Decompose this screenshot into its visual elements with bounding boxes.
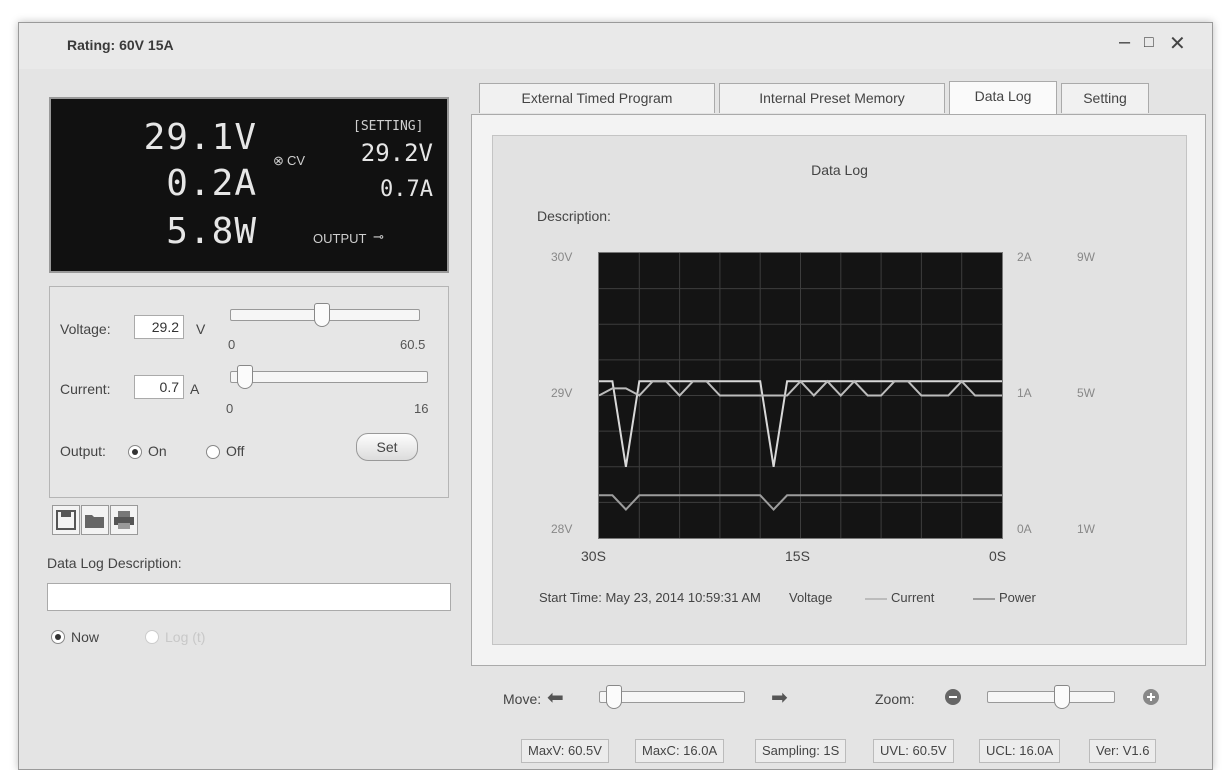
y-right-amp-tick-mid: 1A — [1017, 386, 1032, 400]
plot-area — [598, 252, 1003, 539]
zoom-out-icon[interactable] — [945, 689, 961, 705]
output-switch-icon: ⊸ — [373, 229, 384, 244]
current-label: Current: — [60, 381, 111, 397]
save-icon — [56, 510, 76, 530]
output-off-label: Off — [226, 443, 245, 459]
current-slider[interactable] — [230, 371, 428, 383]
y-right-watt-tick-top: 9W — [1077, 250, 1095, 264]
display-mode: CV — [287, 153, 306, 168]
zoom-in-icon[interactable] — [1143, 689, 1159, 705]
data-log-description-input[interactable] — [47, 583, 451, 611]
log-label: Log (t) — [165, 629, 206, 645]
maximize-icon[interactable]: □ — [1144, 34, 1154, 52]
x-tick-start: 30S — [581, 548, 606, 564]
legend-power-swatch — [973, 598, 995, 600]
y-left-tick-bottom: 28V — [551, 522, 573, 536]
status-maxc: MaxC: 16.0A — [635, 739, 725, 763]
legend-current: Current — [891, 590, 935, 605]
zoom-slider[interactable] — [987, 691, 1115, 703]
data-log-chart: Data Log Description: 30V 29V 28V 2A 1A … — [492, 135, 1187, 645]
tab-data-log[interactable]: Data Log — [949, 81, 1057, 114]
tab-setting[interactable]: Setting — [1061, 83, 1149, 113]
print-button[interactable] — [110, 505, 138, 535]
zoom-slider-thumb[interactable] — [1054, 685, 1071, 709]
display-set-current: 0.7A — [380, 177, 433, 202]
display-voltage: 29.1V — [143, 117, 257, 158]
output-off-radio[interactable] — [206, 445, 220, 459]
now-radio[interactable] — [51, 630, 65, 644]
voltage-slider-thumb[interactable] — [313, 303, 330, 327]
status-ucl: UCL: 16.0A — [979, 739, 1061, 763]
set-button[interactable]: Set — [356, 433, 418, 461]
voltage-min: 0 — [228, 337, 236, 352]
app-window: Rating: 60V 15A – □ ✕ 29.1V 0.2A 5.8W ⊗ … — [18, 22, 1213, 770]
voltage-label: Voltage: — [60, 321, 111, 337]
move-left-arrow-icon[interactable]: ⬅ — [547, 685, 564, 710]
output-on-label: On — [148, 443, 167, 459]
y-left-tick-mid: 29V — [551, 386, 573, 400]
display-set-voltage: 29.2V — [360, 139, 433, 167]
open-button[interactable] — [81, 505, 109, 535]
tab-internal-preset-memory[interactable]: Internal Preset Memory — [719, 83, 945, 113]
voltage-input[interactable]: 29.2 — [134, 315, 184, 339]
x-tick-end: 0S — [989, 548, 1007, 564]
x-tick-mid: 15S — [785, 548, 810, 564]
current-slider-thumb[interactable] — [237, 365, 254, 389]
log-radio[interactable] — [145, 630, 159, 644]
title-bar: Rating: 60V 15A – □ ✕ — [19, 23, 1212, 69]
y-right-amp-tick-top: 2A — [1017, 250, 1032, 264]
chart-start-time: Start Time: May 23, 2014 10:59:31 AM — [539, 590, 761, 605]
zoom-label: Zoom: — [875, 691, 915, 707]
current-max: 16 — [414, 401, 429, 416]
y-right-amp-tick-bottom: 0A — [1017, 522, 1032, 536]
voltage-unit: V — [196, 321, 206, 337]
status-sampling: Sampling: 1S — [755, 739, 847, 763]
minimize-icon[interactable]: – — [1119, 31, 1130, 54]
chart-title: Data Log — [811, 162, 868, 178]
save-button[interactable] — [52, 505, 80, 535]
output-on-radio[interactable] — [128, 445, 142, 459]
display-setting-label: [SETTING] — [353, 119, 424, 134]
lcd-display: 29.1V 0.2A 5.8W ⊗ CV [SETTING] 29.2V 0.7… — [49, 97, 449, 273]
move-slider-thumb[interactable] — [605, 685, 622, 709]
legend-power: Power — [999, 590, 1036, 605]
print-icon — [114, 511, 134, 529]
voltage-max: 60.5 — [400, 337, 426, 352]
y-left-tick-top: 30V — [551, 250, 573, 264]
settings-group: Voltage: 29.2 V 0 60.5 Current: 0.7 A 0 … — [49, 286, 449, 498]
y-right-watt-tick-bottom: 1W — [1077, 522, 1095, 536]
status-version: Ver: V1.6 — [1089, 739, 1157, 763]
now-label: Now — [71, 629, 100, 645]
output-label: Output: — [60, 443, 106, 459]
status-uvl: UVL: 60.5V — [873, 739, 954, 763]
move-right-arrow-icon[interactable]: ➡ — [771, 685, 788, 710]
status-maxv: MaxV: 60.5V — [521, 739, 609, 763]
move-label: Move: — [503, 691, 542, 707]
display-output-label: OUTPUT — [313, 231, 367, 246]
display-current: 0.2A — [166, 163, 257, 204]
legend-voltage: Voltage — [789, 590, 833, 605]
tab-external-timed-program[interactable]: External Timed Program — [479, 83, 715, 113]
close-icon[interactable]: ✕ — [1169, 31, 1186, 56]
data-log-panel: Data Log Description: 30V 29V 28V 2A 1A … — [471, 114, 1206, 666]
y-right-watt-tick-mid: 5W — [1077, 386, 1095, 400]
current-unit: A — [190, 381, 200, 397]
display-power: 5.8W — [166, 211, 257, 252]
legend-current-swatch — [865, 598, 887, 600]
cv-indicator-icon: ⊗ — [273, 153, 284, 168]
chart-description-label: Description: — [537, 208, 611, 224]
plot-canvas — [598, 253, 1002, 538]
window-title: Rating: 60V 15A — [67, 37, 174, 53]
current-input[interactable]: 0.7 — [134, 375, 184, 399]
open-folder-icon — [85, 515, 104, 528]
current-min: 0 — [226, 401, 234, 416]
data-log-description-label: Data Log Description: — [47, 555, 182, 571]
